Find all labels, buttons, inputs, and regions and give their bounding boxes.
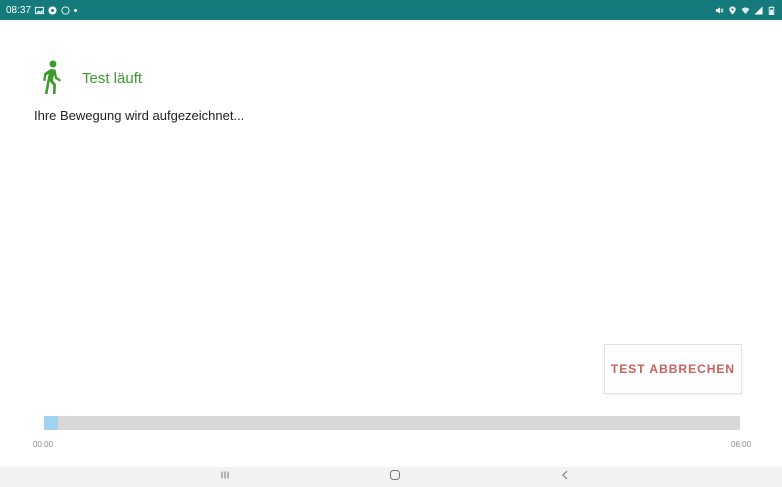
notification-icon bbox=[48, 5, 57, 15]
walking-person-icon bbox=[38, 60, 66, 96]
status-time: 08:37 bbox=[6, 4, 32, 16]
circle-icon bbox=[61, 5, 70, 15]
location-icon bbox=[728, 5, 737, 15]
progress-start-time: 00:00 bbox=[33, 440, 54, 449]
recording-message: Ihre Bewegung wird aufgezeichnet... bbox=[34, 108, 245, 123]
wifi-icon bbox=[741, 6, 750, 15]
status-bar-left: 08:37 bbox=[6, 4, 78, 16]
test-status-title: Test läuft bbox=[82, 69, 143, 87]
cancel-test-button[interactable]: TEST ABBRECHEN bbox=[604, 344, 742, 394]
recent-apps-icon bbox=[218, 468, 232, 487]
battery-icon bbox=[767, 5, 776, 15]
progress-fill bbox=[44, 416, 58, 430]
status-bar: 08:37 bbox=[0, 0, 782, 20]
test-header: Test läuft bbox=[38, 60, 142, 96]
dot-icon bbox=[74, 8, 78, 12]
status-bar-right bbox=[715, 5, 776, 15]
home-icon bbox=[388, 468, 402, 487]
mute-icon bbox=[715, 6, 724, 15]
recent-apps-button[interactable] bbox=[210, 469, 240, 485]
back-button[interactable] bbox=[550, 469, 580, 485]
image-icon bbox=[35, 6, 45, 15]
home-button[interactable] bbox=[380, 469, 410, 485]
signal-icon bbox=[754, 5, 763, 15]
progress-bar bbox=[44, 416, 740, 430]
system-navigation-bar bbox=[0, 467, 782, 487]
back-icon bbox=[558, 468, 572, 487]
progress-end-time: 06:00 bbox=[731, 440, 752, 449]
